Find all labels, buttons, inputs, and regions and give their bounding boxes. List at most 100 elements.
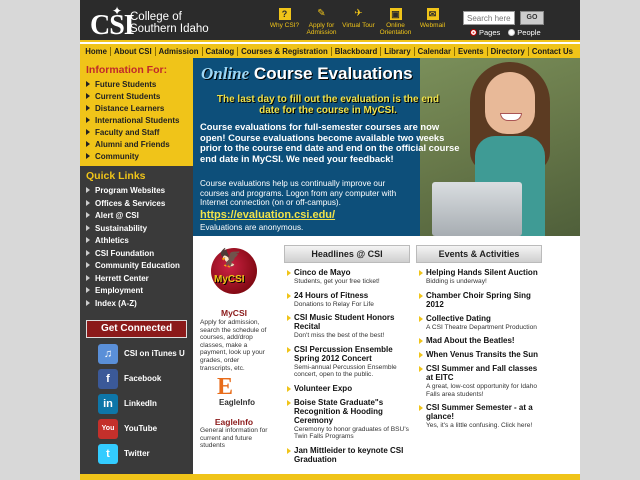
go-button[interactable]: GO (520, 11, 544, 25)
nav-library[interactable]: Library (380, 46, 413, 56)
events-item-title[interactable]: Helping Hands Silent Auction (426, 268, 542, 277)
info-link-community[interactable]: Community (86, 151, 187, 163)
arrow-icon (86, 212, 90, 218)
events-item[interactable]: Mad About the Beatles! (416, 336, 542, 345)
social-facebook[interactable]: f Facebook (98, 369, 198, 389)
radio-people-dot[interactable] (508, 29, 516, 36)
nav-blackboard[interactable]: Blackboard (330, 46, 380, 56)
quick-link-program-websites[interactable]: Program Websites (86, 185, 187, 198)
quick-link-herrett-center[interactable]: Herrett Center (86, 273, 187, 286)
events-list: Helping Hands Silent Auction Bidding is u… (416, 268, 542, 430)
arrow-icon (287, 385, 291, 392)
events-item[interactable]: CSI Summer and Fall classes at EITC A gre… (416, 364, 542, 398)
toolbar-virtual-tour[interactable]: ✈ Virtual Tour (340, 8, 377, 36)
itunes-icon[interactable]: ♫ (98, 344, 118, 364)
info-link-international-students[interactable]: International Students (86, 115, 187, 127)
youtube-icon[interactable]: You (98, 419, 118, 439)
quick-link-label: Employment (95, 286, 144, 295)
nav-directory[interactable]: Directory (486, 46, 528, 56)
quick-link-alert-csi[interactable]: Alert @ CSI (86, 210, 187, 223)
social-label: CSI on iTunes U (124, 349, 185, 358)
course-evaluations-banner[interactable]: Online Course Evaluations The last day t… (193, 58, 580, 236)
twitter-icon[interactable]: t (98, 444, 118, 464)
headlines-header: Headlines @ CSI (284, 245, 410, 263)
events-item-title[interactable]: CSI Summer Semester - at a glance! (426, 403, 542, 421)
headlines-item[interactable]: Cinco de Mayo Students, get your free tic… (284, 268, 410, 286)
nav-courses-registration[interactable]: Courses & Registration (237, 46, 331, 56)
toolbar-why-csi[interactable]: ? Why CSI? (266, 8, 303, 36)
eagleinfo-logo[interactable]: E EagleInfo (215, 374, 255, 410)
toolbar-webmail[interactable]: ✉ Webmail (414, 8, 451, 36)
info-link-current-students[interactable]: Current Students (86, 91, 187, 103)
headlines-item-title[interactable]: Jan Mittleider to keynote CSI Graduation (294, 446, 410, 464)
headlines-item-title[interactable]: 24 Hours of Fitness (294, 291, 410, 300)
info-link-label: Community (95, 152, 139, 161)
radio-pages-dot[interactable] (470, 29, 477, 36)
quick-link-employment[interactable]: Employment (86, 285, 187, 298)
evaluation-link[interactable]: https://evaluation.csi.edu/ (200, 209, 335, 221)
nav-home[interactable]: Home (82, 47, 110, 56)
banner-title: Online Course Evaluations (201, 64, 413, 84)
headlines-item[interactable]: CSI Music Student Honors Recital Don't mi… (284, 313, 410, 340)
headlines-item-title[interactable]: Volunteer Expo (294, 384, 410, 393)
nav-events[interactable]: Events (454, 46, 487, 56)
headlines-item-title[interactable]: CSI Percussion Ensemble Spring 2012 Conc… (294, 345, 410, 363)
events-item[interactable]: Chamber Choir Spring Sing 2012 (416, 291, 542, 309)
social-twitter[interactable]: t Twitter (98, 444, 198, 464)
quick-link-csi-foundation[interactable]: CSI Foundation (86, 248, 187, 261)
mycsi-link[interactable]: MyCSI (193, 308, 275, 318)
info-link-label: Future Students (95, 80, 157, 89)
quick-link-index-a-z[interactable]: Index (A-Z) (86, 298, 187, 311)
nav-catalog[interactable]: Catalog (201, 46, 238, 56)
toolbar-online-orientation[interactable]: ▣ Online Orientation (377, 8, 414, 36)
headlines-item-title[interactable]: Cinco de Mayo (294, 268, 410, 277)
banner-subtitle: The last day to fill out the evaluation … (216, 94, 440, 116)
search-input[interactable] (463, 11, 515, 25)
headlines-item-title[interactable]: Boise State Graduate"s Recognition & Hoo… (294, 398, 410, 425)
arrow-icon (86, 141, 90, 147)
toolbar-apply-for-admission[interactable]: ✎ Apply for Admission (303, 8, 340, 36)
headlines-item[interactable]: 24 Hours of Fitness Donations to Relay Fo… (284, 291, 410, 309)
arrow-icon (419, 338, 423, 344)
events-item[interactable]: Helping Hands Silent Auction Bidding is u… (416, 268, 542, 286)
arrow-icon (419, 405, 423, 411)
events-item-title[interactable]: When Venus Transits the Sun (426, 350, 542, 359)
nav-contact-us[interactable]: Contact Us (527, 46, 576, 56)
info-link-future-students[interactable]: Future Students (86, 79, 187, 91)
headlines-item[interactable]: CSI Percussion Ensemble Spring 2012 Conc… (284, 345, 410, 379)
facebook-icon[interactable]: f (98, 369, 118, 389)
nav-about-csi[interactable]: About CSI (109, 46, 155, 56)
events-item[interactable]: CSI Summer Semester - at a glance! Yes, i… (416, 403, 542, 430)
headlines-item[interactable]: Volunteer Expo (284, 384, 410, 393)
headlines-item[interactable]: Jan Mittleider to keynote CSI Graduation (284, 446, 410, 464)
quick-link-sustainability[interactable]: Sustainability (86, 223, 187, 236)
events-item[interactable]: Collective Dating A CSI Theatre Departmen… (416, 314, 542, 332)
quick-link-community-education[interactable]: Community Education (86, 260, 187, 273)
info-link-label: International Students (95, 116, 180, 125)
info-link-alumni-and-friends[interactable]: Alumni and Friends (86, 139, 187, 151)
events-item-title[interactable]: Chamber Choir Spring Sing 2012 (426, 291, 542, 309)
social-csi-on-itunes-u[interactable]: ♫ CSI on iTunes U (98, 344, 198, 364)
events-item-title[interactable]: Collective Dating (426, 314, 542, 323)
social-linkedin[interactable]: in LinkedIn (98, 394, 198, 414)
info-link-distance-learners[interactable]: Distance Learners (86, 103, 187, 115)
info-link-faculty-and-staff[interactable]: Faculty and Staff (86, 127, 187, 139)
headlines-item-title[interactable]: CSI Music Student Honors Recital (294, 313, 410, 331)
headlines-item[interactable]: Boise State Graduate"s Recognition & Hoo… (284, 398, 410, 441)
linkedin-icon[interactable]: in (98, 394, 118, 414)
radio-pages[interactable]: Pages (470, 28, 500, 37)
events-item-title[interactable]: Mad About the Beatles! (426, 336, 542, 345)
eagleinfo-link[interactable]: EagleInfo (193, 417, 275, 427)
social-youtube[interactable]: You YouTube (98, 419, 198, 439)
arrow-icon (86, 129, 90, 135)
nav-calendar[interactable]: Calendar (413, 46, 454, 56)
information-for-box: Information For: Future Students Current … (80, 58, 193, 166)
nav-admission[interactable]: Admission (154, 46, 202, 56)
radio-people[interactable]: People (508, 28, 541, 37)
quick-link-offices-services[interactable]: Offices & Services (86, 198, 187, 211)
events-item-title[interactable]: CSI Summer and Fall classes at EITC (426, 364, 542, 382)
quick-link-athletics[interactable]: Athletics (86, 235, 187, 248)
events-item[interactable]: When Venus Transits the Sun (416, 350, 542, 359)
arrow-icon (86, 224, 90, 231)
csi-logo[interactable]: CSI ✦ College of Southern Idaho (90, 4, 215, 41)
